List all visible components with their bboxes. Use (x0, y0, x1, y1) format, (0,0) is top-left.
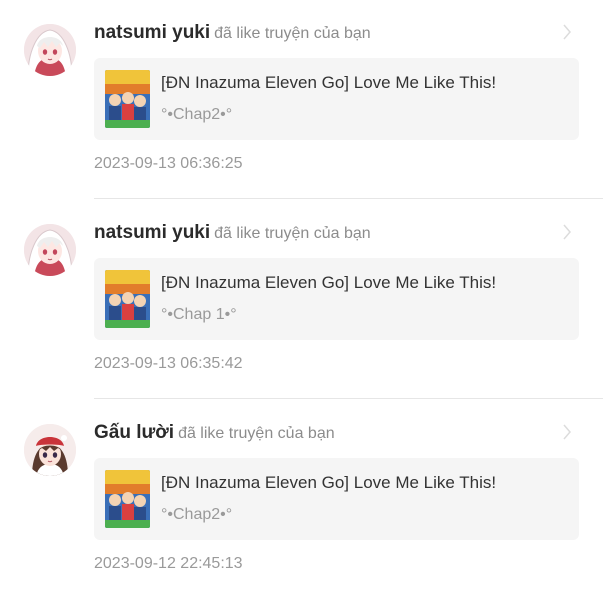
user-avatar[interactable] (24, 24, 76, 76)
anime-girl-red-hat-avatar-icon (24, 424, 76, 476)
story-title: [ĐN Inazuma Eleven Go] Love Me Like This… (161, 73, 497, 92)
story-title: [ĐN Inazuma Eleven Go] Love Me Like This… (161, 473, 497, 492)
action-text: đã like truyện của bạn (214, 225, 371, 242)
timestamp: 2023-09-12 22:45:13 (94, 555, 243, 572)
user-avatar[interactable] (24, 224, 76, 276)
chapter-label: °•Chap2•° (161, 506, 233, 523)
chevron-right-icon[interactable] (561, 22, 573, 42)
story-title: [ĐN Inazuma Eleven Go] Love Me Like This… (161, 273, 497, 292)
story-cover-image (105, 470, 150, 528)
username[interactable]: Gấu lười (94, 422, 174, 443)
story-cover-image (105, 70, 150, 128)
anime-girl-white-hood-avatar-icon (24, 24, 76, 76)
notification-header: natsumi yuki đã like truyện của bạn (94, 20, 371, 46)
chapter-label: °•Chap2•° (161, 106, 233, 123)
action-text: đã like truyện của bạn (214, 25, 371, 42)
timestamp: 2023-09-13 06:35:42 (94, 355, 243, 372)
username[interactable]: natsumi yuki (94, 222, 210, 243)
divider (94, 198, 603, 199)
notification-item[interactable]: Gấu lười đã like truyện của bạn [ĐN Inaz… (0, 400, 603, 600)
chapter-label: °•Chap 1•° (161, 306, 237, 323)
notification-header: natsumi yuki đã like truyện của bạn (94, 220, 371, 246)
notification-feed: natsumi yuki đã like truyện của bạn [ĐN … (0, 0, 603, 600)
story-card[interactable]: [ĐN Inazuma Eleven Go] Love Me Like This… (94, 458, 579, 540)
chevron-right-icon[interactable] (561, 222, 573, 242)
chevron-right-icon[interactable] (561, 422, 573, 442)
story-card[interactable]: [ĐN Inazuma Eleven Go] Love Me Like This… (94, 258, 579, 340)
divider (94, 398, 603, 399)
story-cover-image (105, 270, 150, 328)
anime-girl-white-hood-avatar-icon (24, 224, 76, 276)
timestamp: 2023-09-13 06:36:25 (94, 155, 243, 172)
notification-item[interactable]: natsumi yuki đã like truyện của bạn [ĐN … (0, 0, 603, 200)
notification-header: Gấu lười đã like truyện của bạn (94, 420, 335, 446)
story-card[interactable]: [ĐN Inazuma Eleven Go] Love Me Like This… (94, 58, 579, 140)
notification-item[interactable]: natsumi yuki đã like truyện của bạn [ĐN … (0, 200, 603, 400)
user-avatar[interactable] (24, 424, 76, 476)
username[interactable]: natsumi yuki (94, 22, 210, 43)
action-text: đã like truyện của bạn (178, 425, 335, 442)
